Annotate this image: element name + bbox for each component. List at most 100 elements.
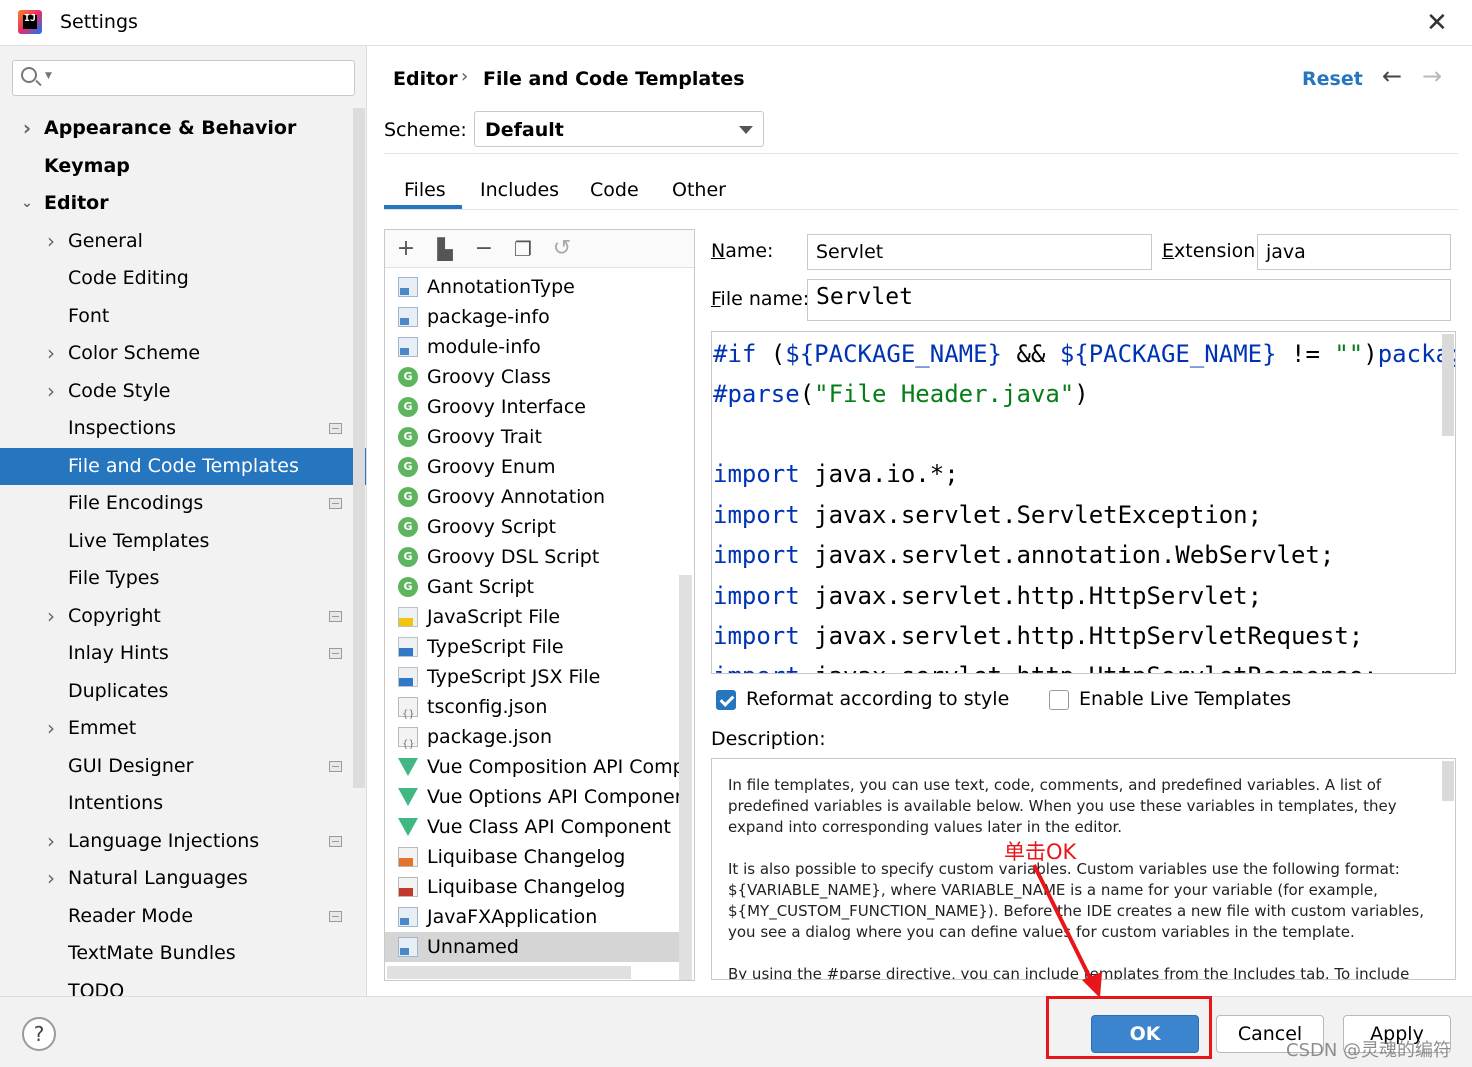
template-list-item[interactable]: module-info bbox=[385, 332, 679, 362]
live-templates-label[interactable]: Enable Live Templates bbox=[1079, 688, 1291, 710]
sidebar-item[interactable]: Reader Mode bbox=[0, 898, 366, 935]
template-list-item[interactable]: G Groovy Class bbox=[385, 362, 679, 392]
sidebar-item[interactable]: File and Code Templates bbox=[0, 447, 366, 485]
project-settings-icon bbox=[329, 648, 342, 659]
settings-search-input[interactable] bbox=[63, 65, 348, 91]
arrow-left-icon[interactable]: ← bbox=[1382, 62, 1402, 90]
sidebar-item[interactable]: › Copyright bbox=[0, 598, 366, 635]
close-icon[interactable]: ✕ bbox=[1426, 8, 1448, 38]
project-settings-icon bbox=[329, 498, 342, 509]
groovy-icon: G bbox=[398, 487, 418, 507]
code-line: import javax.servlet.http.HttpServlet; bbox=[713, 579, 1262, 613]
template-list-item[interactable]: Unnamed bbox=[385, 932, 679, 962]
tab-files[interactable]: Files bbox=[404, 179, 446, 201]
groovy-icon: G bbox=[398, 367, 418, 387]
code-token: && bbox=[1002, 340, 1060, 368]
reformat-checkbox[interactable] bbox=[716, 690, 736, 710]
sidebar-item[interactable]: Duplicates bbox=[0, 673, 366, 710]
description-scrollbar[interactable] bbox=[1442, 761, 1454, 801]
chevron-right-icon[interactable]: › bbox=[44, 823, 58, 860]
sidebar-item[interactable]: › General bbox=[0, 223, 366, 260]
sidebar-item-label: Editor bbox=[44, 192, 109, 214]
sidebar-item[interactable]: Code Editing bbox=[0, 260, 366, 297]
template-list-item[interactable]: G Groovy Script bbox=[385, 512, 679, 542]
template-code-editor[interactable]: #if (${PACKAGE_NAME} && ${PACKAGE_NAME} … bbox=[711, 331, 1456, 674]
copy-template-icon[interactable]: ▙ bbox=[433, 237, 457, 261]
template-list-hscrollbar[interactable] bbox=[387, 966, 631, 979]
sidebar-item[interactable]: File Encodings bbox=[0, 485, 366, 522]
template-list-item[interactable]: Vue Options API Component bbox=[385, 782, 679, 812]
sidebar-item[interactable]: Live Templates bbox=[0, 523, 366, 560]
sidebar-item[interactable]: › Color Scheme bbox=[0, 335, 366, 372]
template-list-item[interactable]: AnnotationType bbox=[385, 272, 679, 302]
editor-scrollbar[interactable] bbox=[1442, 334, 1454, 436]
watermark: CSDN @灵魂的编符 bbox=[1286, 1040, 1452, 1061]
template-list-item[interactable]: Vue Class API Component bbox=[385, 812, 679, 842]
template-list-item[interactable]: TypeScript File bbox=[385, 632, 679, 662]
chevron-right-icon[interactable]: › bbox=[20, 110, 34, 147]
sidebar-item-label: Language Injections bbox=[68, 829, 260, 852]
reformat-label[interactable]: Reformat according to style bbox=[746, 688, 1009, 710]
settings-search-box[interactable]: ▼ bbox=[12, 60, 355, 96]
live-templates-checkbox[interactable] bbox=[1049, 690, 1069, 710]
sidebar-item[interactable]: › Appearance & Behavior bbox=[0, 110, 366, 147]
chevron-right-icon[interactable]: › bbox=[44, 335, 58, 372]
template-list-item[interactable]: Vue Composition API Component bbox=[385, 752, 679, 782]
revert-icon[interactable]: ↺ bbox=[550, 237, 574, 261]
template-list-item[interactable]: G Groovy DSL Script bbox=[385, 542, 679, 572]
sidebar-item[interactable]: Keymap bbox=[0, 148, 366, 185]
help-button[interactable]: ? bbox=[22, 1017, 56, 1051]
remove-icon[interactable]: − bbox=[472, 237, 496, 261]
sidebar-item[interactable]: TextMate Bundles bbox=[0, 935, 366, 972]
template-list-item[interactable]: JavaFXApplication bbox=[385, 902, 679, 932]
template-list-item[interactable]: G Groovy Enum bbox=[385, 452, 679, 482]
sidebar-item[interactable]: Inspections bbox=[0, 410, 366, 447]
sidebar-item[interactable]: › Language Injections bbox=[0, 823, 366, 860]
reset-link[interactable]: Reset bbox=[1302, 68, 1363, 90]
sidebar-item[interactable]: › Emmet bbox=[0, 710, 366, 747]
breadcrumb-editor[interactable]: Editor bbox=[393, 68, 458, 90]
sidebar-item[interactable]: GUI Designer bbox=[0, 748, 366, 785]
scheme-select[interactable]: Default bbox=[474, 111, 764, 147]
template-list-item[interactable]: package.json bbox=[385, 722, 679, 752]
add-icon[interactable]: + bbox=[394, 237, 418, 261]
sidebar-item[interactable]: TODO bbox=[0, 973, 366, 997]
tab-other[interactable]: Other bbox=[672, 179, 726, 201]
template-list-item[interactable]: Liquibase Changelog bbox=[385, 842, 679, 872]
template-list-item[interactable]: JavaScript File bbox=[385, 602, 679, 632]
tab-includes[interactable]: Includes bbox=[480, 179, 559, 201]
chevron-right-icon[interactable]: › bbox=[44, 860, 58, 897]
groovy-icon: G bbox=[398, 457, 418, 477]
template-list-item[interactable]: Liquibase Changelog bbox=[385, 872, 679, 902]
chevron-right-icon[interactable]: › bbox=[44, 223, 58, 260]
name-input[interactable]: Servlet bbox=[807, 234, 1152, 270]
sidebar-item[interactable]: ⌄ Editor bbox=[0, 185, 366, 222]
sidebar-item[interactable]: Intentions bbox=[0, 785, 366, 822]
sidebar-item[interactable]: › Natural Languages bbox=[0, 860, 366, 897]
chevron-down-icon[interactable]: ⌄ bbox=[20, 185, 34, 222]
template-list-item[interactable]: G Groovy Trait bbox=[385, 422, 679, 452]
chevron-right-icon[interactable]: › bbox=[44, 373, 58, 410]
chevron-right-icon[interactable]: › bbox=[44, 710, 58, 747]
template-list-item[interactable]: G Groovy Annotation bbox=[385, 482, 679, 512]
duplicate-icon[interactable]: ❐ bbox=[511, 237, 535, 261]
sidebar-item[interactable]: File Types bbox=[0, 560, 366, 597]
template-list-item[interactable]: G Gant Script bbox=[385, 572, 679, 602]
template-list-item[interactable]: TypeScript JSX File bbox=[385, 662, 679, 692]
chevron-right-icon[interactable]: › bbox=[44, 598, 58, 635]
file-name-input[interactable]: Servlet bbox=[807, 279, 1451, 321]
template-list-scrollbar[interactable] bbox=[679, 575, 692, 980]
template-list-item[interactable]: G Groovy Interface bbox=[385, 392, 679, 422]
sidebar-scrollbar[interactable] bbox=[353, 108, 365, 788]
extension-input[interactable]: java bbox=[1257, 234, 1451, 270]
tab-code[interactable]: Code bbox=[590, 179, 639, 201]
template-label: Groovy Class bbox=[427, 366, 551, 388]
template-list-item[interactable]: package-info bbox=[385, 302, 679, 332]
template-list-item[interactable]: tsconfig.json bbox=[385, 692, 679, 722]
sidebar-item-label: Code Style bbox=[68, 379, 171, 402]
sidebar-item[interactable]: Inlay Hints bbox=[0, 635, 366, 672]
sidebar-item[interactable]: › Code Style bbox=[0, 373, 366, 410]
search-options-icon[interactable]: ▼ bbox=[45, 71, 52, 81]
sidebar-item[interactable]: Font bbox=[0, 298, 366, 335]
sidebar-item-label: Reader Mode bbox=[68, 904, 194, 927]
